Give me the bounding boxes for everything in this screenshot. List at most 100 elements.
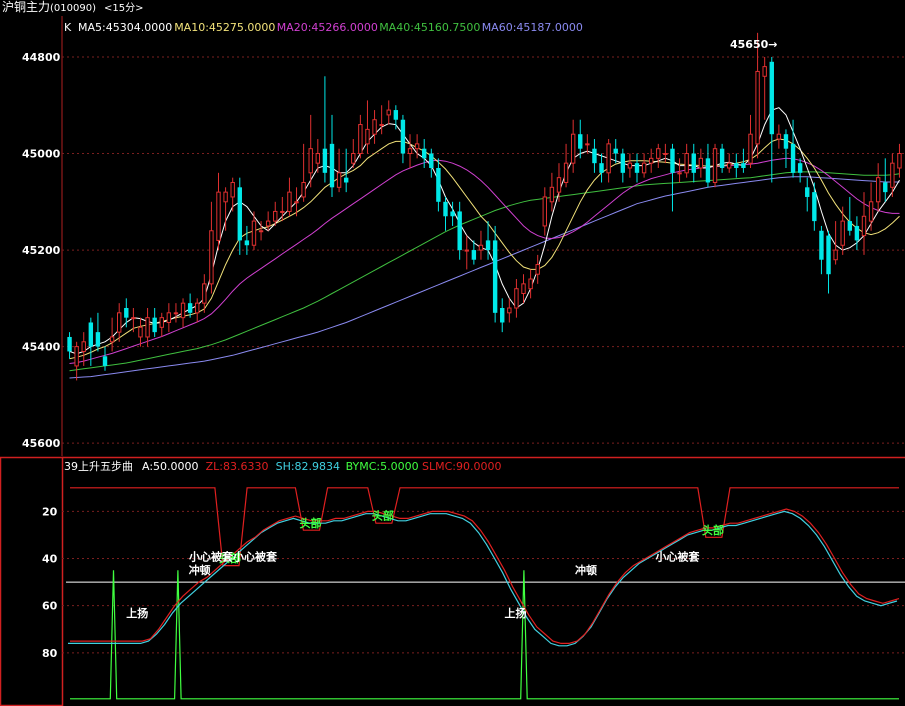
price-panel[interactable]: 45600 45400 45200 45000 44800 K MA5:45304.000… — [22, 16, 905, 456]
candle[interactable] — [528, 269, 533, 299]
candle[interactable] — [861, 192, 867, 255]
candle[interactable] — [358, 114, 363, 159]
candle[interactable] — [216, 172, 221, 251]
candle[interactable] — [542, 187, 547, 236]
candle[interactable] — [769, 56, 774, 183]
candle[interactable] — [663, 143, 668, 164]
candle[interactable] — [648, 148, 654, 173]
candle-body — [301, 181, 306, 198]
candle[interactable] — [712, 143, 718, 188]
candle[interactable] — [535, 254, 540, 284]
candle[interactable] — [287, 177, 292, 217]
candle[interactable] — [627, 153, 633, 178]
candle[interactable] — [372, 110, 377, 144]
candle[interactable] — [748, 114, 753, 168]
candle[interactable] — [464, 235, 469, 270]
candle[interactable] — [826, 230, 831, 294]
candle[interactable] — [705, 143, 711, 188]
candle[interactable] — [812, 182, 817, 231]
candle[interactable] — [443, 196, 448, 231]
candle[interactable] — [620, 148, 626, 183]
candle[interactable] — [592, 139, 597, 173]
candle[interactable] — [613, 139, 618, 164]
candle[interactable] — [875, 163, 881, 212]
candle[interactable] — [599, 153, 604, 183]
candle[interactable] — [322, 76, 328, 183]
candle[interactable] — [159, 312, 164, 337]
candle[interactable] — [308, 114, 313, 188]
candle[interactable] — [166, 303, 172, 333]
indicator-panel[interactable]: 80604020 头部头部头部头部小心被套小心被套 小心被套冲顿 冲顿上扬 上扬 39… — [0, 456, 905, 706]
candle[interactable] — [670, 143, 675, 212]
candle[interactable] — [209, 201, 214, 294]
candle[interactable] — [868, 182, 874, 231]
candle[interactable] — [365, 100, 370, 154]
candle[interactable] — [847, 196, 852, 236]
candle[interactable] — [195, 298, 200, 323]
candle[interactable] — [173, 303, 179, 323]
candle[interactable] — [379, 105, 384, 135]
candle[interactable] — [684, 143, 689, 178]
candle[interactable] — [563, 143, 569, 188]
candle[interactable] — [500, 298, 505, 333]
candle[interactable] — [677, 158, 682, 183]
candle[interactable] — [641, 153, 647, 178]
candle[interactable] — [492, 225, 498, 323]
candle[interactable] — [180, 298, 186, 328]
candle[interactable] — [343, 148, 349, 193]
candle[interactable] — [897, 143, 902, 178]
candle[interactable] — [386, 100, 391, 125]
candle[interactable] — [336, 148, 342, 193]
candle[interactable] — [102, 346, 108, 371]
candle[interactable] — [265, 211, 271, 231]
candle[interactable] — [329, 114, 335, 197]
candle[interactable] — [783, 129, 789, 168]
candle[interactable] — [585, 134, 590, 154]
candle[interactable] — [436, 158, 441, 212]
candle[interactable] — [819, 225, 824, 275]
candle[interactable] — [840, 206, 845, 255]
candle[interactable] — [351, 139, 356, 168]
candle-body — [698, 157, 704, 169]
candle[interactable] — [883, 158, 888, 202]
candle[interactable] — [691, 143, 696, 183]
legend-ma40: MA40:45160.7500 — [379, 21, 480, 34]
candle[interactable] — [67, 332, 72, 359]
candle[interactable] — [755, 32, 760, 159]
candle[interactable] — [74, 341, 79, 381]
title-bar: 沪铜主力 (010090) <15分> — [2, 0, 143, 14]
candles[interactable] — [67, 32, 902, 381]
candle[interactable] — [656, 143, 661, 168]
candle[interactable] — [393, 105, 399, 130]
candle[interactable] — [776, 124, 782, 149]
candle[interactable] — [400, 114, 406, 164]
candle[interactable] — [407, 134, 413, 168]
candle[interactable] — [521, 274, 526, 304]
candle-body — [500, 308, 505, 323]
candle[interactable] — [152, 308, 157, 337]
candle[interactable] — [117, 303, 122, 342]
candle[interactable] — [549, 172, 555, 212]
candle[interactable] — [124, 298, 129, 328]
candle[interactable] — [457, 201, 462, 260]
candle[interactable] — [95, 312, 101, 352]
candle-body — [152, 317, 157, 333]
candle[interactable] — [237, 177, 242, 255]
candle[interactable] — [727, 153, 732, 173]
candle[interactable] — [138, 317, 143, 347]
candle[interactable] — [514, 279, 519, 318]
candle[interactable] — [762, 56, 767, 120]
candle[interactable] — [301, 143, 306, 202]
candle[interactable] — [606, 139, 611, 183]
candle[interactable] — [854, 216, 860, 251]
candle[interactable] — [734, 153, 739, 178]
candle[interactable] — [507, 298, 512, 323]
candle[interactable] — [478, 230, 484, 260]
candle[interactable] — [570, 119, 576, 173]
candle[interactable] — [805, 177, 810, 212]
candle[interactable] — [634, 153, 640, 183]
chart-canvas[interactable]: 沪铜主力 (010090) <15分> 45600 45400 45200 45000… — [0, 0, 905, 706]
candle[interactable] — [719, 143, 725, 173]
candle-body — [727, 162, 732, 169]
candle[interactable] — [797, 158, 803, 183]
